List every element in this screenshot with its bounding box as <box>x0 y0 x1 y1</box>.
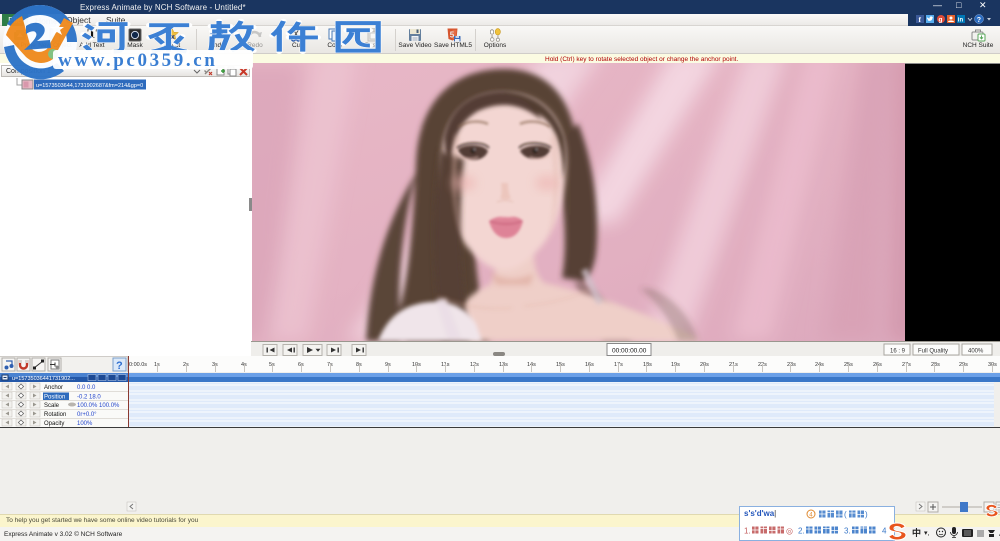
svg-text:400%: 400% <box>968 349 984 355</box>
svg-text:0:00.0s: 0:00.0s <box>129 362 147 368</box>
svg-text:Anchor: Anchor <box>44 385 63 391</box>
svg-text:1.: 1. <box>744 527 751 536</box>
svg-text:in: in <box>958 18 964 24</box>
svg-text:5: 5 <box>450 31 455 40</box>
svg-text:g: g <box>939 17 943 24</box>
svg-text:www.pc0359.cn: www.pc0359.cn <box>58 50 217 71</box>
svg-text:0.0 0.0: 0.0 0.0 <box>77 385 96 391</box>
svg-text:Scale: Scale <box>44 403 60 409</box>
svg-text:): ) <box>865 510 868 519</box>
svg-text:23s: 23s <box>787 362 796 368</box>
svg-text:▾,: ▾, <box>924 530 930 537</box>
svg-text:28s: 28s <box>931 362 940 368</box>
svg-text:00:00:00.00: 00:00:00.00 <box>612 348 647 355</box>
svg-text:◎: ◎ <box>786 527 793 536</box>
svg-text:(: ( <box>844 510 847 519</box>
svg-text:Position: Position <box>44 395 65 401</box>
svg-text:?: ? <box>116 360 123 372</box>
svg-text:2.: 2. <box>798 527 805 536</box>
svg-text:18s: 18s <box>643 362 652 368</box>
svg-text:Rotation: Rotation <box>44 412 66 418</box>
svg-text:-0.2 18.0: -0.2 18.0 <box>77 395 101 401</box>
svg-text:中: 中 <box>912 527 921 538</box>
svg-text:0r+0.0°: 0r+0.0° <box>77 412 97 418</box>
svg-text:Full Quality: Full Quality <box>918 349 948 355</box>
svg-text:16 : 9: 16 : 9 <box>890 349 906 355</box>
svg-text:3.: 3. <box>844 527 851 536</box>
svg-text:100.0% 100.0%: 100.0% 100.0% <box>77 403 120 409</box>
svg-text:?: ? <box>977 17 981 24</box>
